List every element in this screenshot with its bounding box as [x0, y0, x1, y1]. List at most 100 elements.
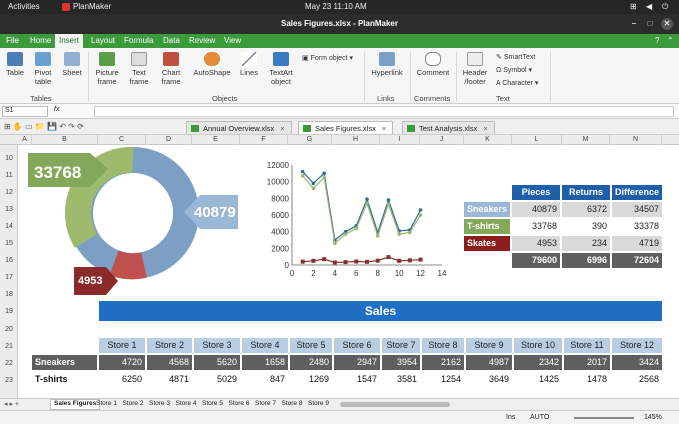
summary-cell[interactable]: 4719: [612, 236, 662, 251]
row-header[interactable]: 17: [0, 274, 18, 281]
store-cell[interactable]: 3424: [612, 355, 662, 370]
row-header[interactable]: 16: [0, 257, 18, 264]
sheet-tab[interactable]: Store 6: [229, 400, 250, 407]
character-button[interactable]: A Character ▾: [496, 79, 538, 87]
summary-header-difference[interactable]: Difference: [612, 185, 662, 200]
picture-frame-button[interactable]: Picture frame: [92, 52, 122, 86]
column-header[interactable]: F: [240, 135, 288, 145]
maximize-icon[interactable]: □: [644, 18, 656, 30]
summary-cell[interactable]: 234: [562, 236, 610, 251]
menu-data[interactable]: Data: [163, 36, 180, 45]
store-cell[interactable]: 847: [242, 372, 288, 387]
summary-label-sneakers[interactable]: Sneakers: [464, 202, 510, 217]
row-label-sneakers[interactable]: Sneakers: [32, 355, 97, 370]
column-header[interactable]: J: [420, 135, 464, 145]
header-footer-button[interactable]: Header /footer: [460, 52, 490, 86]
store-header[interactable]: Store 1: [99, 338, 145, 353]
column-header[interactable]: A: [18, 135, 32, 145]
store-cell[interactable]: 5029: [194, 372, 240, 387]
hyperlink-button[interactable]: Hyperlink: [368, 52, 406, 77]
form-object-button[interactable]: ▣ Form object ▾: [302, 54, 353, 62]
row-header[interactable]: 22: [0, 360, 18, 367]
help-icon[interactable]: ?: [655, 36, 659, 45]
summary-cell[interactable]: 33378: [612, 219, 662, 234]
network-icon[interactable]: ⊞: [630, 2, 637, 11]
close-icon[interactable]: ✕: [661, 18, 673, 30]
zoom-slider[interactable]: [574, 417, 634, 419]
store-cell[interactable]: 1254: [422, 372, 464, 387]
smarttext-button[interactable]: ✎ SmartText: [496, 53, 535, 61]
store-header[interactable]: Store 4: [242, 338, 288, 353]
pivot-table-button[interactable]: Pivot table: [30, 52, 56, 86]
row-header[interactable]: 19: [0, 308, 18, 315]
row-header[interactable]: 20: [0, 326, 18, 333]
store-cell[interactable]: 2480: [290, 355, 332, 370]
horizontal-scrollbar[interactable]: [340, 402, 450, 407]
store-header[interactable]: Store 9: [466, 338, 512, 353]
menu-home[interactable]: Home: [30, 36, 51, 45]
column-header[interactable]: D: [146, 135, 192, 145]
store-cell[interactable]: 3581: [382, 372, 420, 387]
row-label-tshirts[interactable]: T-shirts: [32, 372, 97, 387]
column-header[interactable]: L: [512, 135, 562, 145]
summary-cell[interactable]: 6372: [562, 202, 610, 217]
menu-insert[interactable]: Insert: [55, 34, 84, 48]
store-header[interactable]: Store 10: [514, 338, 562, 353]
close-tab-icon[interactable]: ×: [382, 124, 386, 133]
row-header[interactable]: 13: [0, 206, 18, 213]
sheet-tab[interactable]: Store 8: [282, 400, 303, 407]
row-header[interactable]: 18: [0, 291, 18, 298]
sheet-tab[interactable]: Sales Figures: [50, 399, 101, 410]
store-header[interactable]: Store 2: [147, 338, 192, 353]
doc-tab-test-analysis[interactable]: Test Analysis.xlsx ×: [402, 121, 495, 134]
sheet-tab[interactable]: Store 7: [255, 400, 276, 407]
store-cell[interactable]: 4871: [147, 372, 192, 387]
summary-label-skates[interactable]: Skates: [464, 236, 510, 251]
function-icon[interactable]: fx: [54, 106, 59, 113]
column-header[interactable]: C: [98, 135, 146, 145]
doc-tab-annual-overview[interactable]: Annual Overview.xlsx ×: [186, 121, 292, 134]
summary-header-returns[interactable]: Returns: [562, 185, 610, 200]
store-cell[interactable]: 1478: [564, 372, 610, 387]
store-cell[interactable]: 1658: [242, 355, 288, 370]
store-cell[interactable]: 1269: [290, 372, 332, 387]
store-cell[interactable]: 2162: [422, 355, 464, 370]
text-frame-button[interactable]: Text frame: [126, 52, 152, 86]
row-header[interactable]: 10: [0, 155, 18, 162]
sheet-tab[interactable]: Store 2: [123, 400, 144, 407]
column-header[interactable]: H: [332, 135, 380, 145]
store-cell[interactable]: 2568: [612, 372, 662, 387]
sheet-tab[interactable]: Store 5: [202, 400, 223, 407]
status-ins[interactable]: Ins: [506, 414, 515, 421]
summary-cell[interactable]: 40879: [512, 202, 560, 217]
store-cell[interactable]: 1425: [514, 372, 562, 387]
volume-icon[interactable]: ◀: [646, 2, 652, 11]
table-button[interactable]: Table: [4, 52, 26, 77]
menu-layout[interactable]: Layout: [91, 36, 115, 45]
toolbar-icons[interactable]: ⊞ ✋ ▭ 📁 💾 ↶ ↷ ⟳: [4, 122, 84, 131]
column-header[interactable]: B: [32, 135, 98, 145]
sheet-area[interactable]: 33768 40879 4953 0 2000 4000 6000 8000 10000 1…: [18, 145, 679, 400]
symbol-button[interactable]: Ω Symbol ▾: [496, 66, 532, 74]
summary-total[interactable]: 79600: [512, 253, 560, 268]
ribbon-collapse-icon[interactable]: ⌃: [667, 36, 674, 45]
store-header[interactable]: Store 7: [382, 338, 420, 353]
store-header[interactable]: Store 8: [422, 338, 464, 353]
summary-cell[interactable]: 390: [562, 219, 610, 234]
store-cell[interactable]: 4987: [466, 355, 512, 370]
menu-file[interactable]: File: [6, 36, 19, 45]
store-header[interactable]: Store 3: [194, 338, 240, 353]
store-cell[interactable]: 4568: [147, 355, 192, 370]
sheet-tab[interactable]: Store 1: [96, 400, 117, 407]
sheet-tab[interactable]: Store 9: [308, 400, 329, 407]
row-header[interactable]: 23: [0, 377, 18, 384]
minimize-icon[interactable]: –: [628, 18, 640, 30]
row-header[interactable]: 11: [0, 172, 18, 179]
cell-reference-box[interactable]: S1: [2, 106, 48, 117]
menu-formula[interactable]: Formula: [124, 36, 153, 45]
store-header[interactable]: Store 12: [612, 338, 662, 353]
row-header[interactable]: 14: [0, 223, 18, 230]
summary-label-tshirts[interactable]: T-shirts: [464, 219, 510, 234]
sheet-nav-icons[interactable]: ◂ ▸ +: [4, 400, 19, 408]
clock[interactable]: May 23 11:10 AM: [305, 2, 367, 11]
